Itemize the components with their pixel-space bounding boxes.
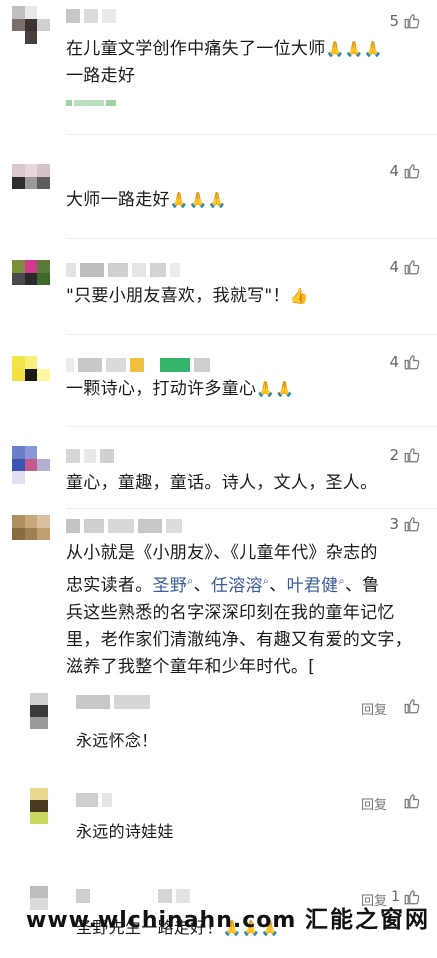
reply-text: 永远的诗娃娃 (76, 822, 174, 841)
thumbs-up-outline-icon (404, 699, 420, 714)
comment-text: 一颗诗心，打动许多童心🙏🙏 (66, 379, 295, 399)
username-blurred[interactable] (66, 357, 210, 373)
reply-button[interactable]: 回复 (361, 699, 387, 718)
like-button[interactable]: 3 (389, 515, 421, 533)
username-blurred[interactable] (76, 792, 112, 808)
comment-text: 大师一路走好🙏🙏🙏 (66, 190, 227, 210)
username-blurred[interactable] (76, 694, 150, 710)
avatar[interactable] (12, 356, 50, 394)
like-count: 3 (389, 515, 399, 533)
like-button[interactable]: 4 (389, 353, 421, 371)
comment-text: "只要小朋友喜欢，我就写"！👍 (66, 286, 309, 306)
divider (66, 508, 437, 509)
username-blurred[interactable] (66, 518, 182, 534)
avatar[interactable] (12, 446, 50, 484)
comment-text: 从小就是《小朋友》、《儿童年代》杂志的 忠实读者。圣野⌕、任溶溶⌕、叶君健⌕、鲁… (66, 543, 412, 677)
like-count: 2 (389, 446, 399, 464)
avatar[interactable] (12, 164, 50, 202)
watermark: www.wlchinahn.com 汇能之窗网 (26, 907, 430, 933)
avatar[interactable] (30, 693, 48, 729)
like-button[interactable] (403, 792, 421, 814)
avatar[interactable] (12, 260, 50, 298)
avatar[interactable] (12, 515, 50, 553)
divider (66, 426, 437, 427)
comment-text: 童心，童趣，童话。诗人，文人，圣人。 (66, 473, 378, 493)
like-count: 4 (389, 353, 399, 371)
like-button[interactable]: 4 (389, 162, 421, 180)
avatar[interactable] (30, 788, 48, 824)
search-icon: ⌕ (262, 574, 270, 587)
thumbs-up-outline-icon (404, 794, 420, 809)
username-blurred[interactable] (66, 8, 116, 24)
reply-button[interactable]: 回复 (361, 794, 387, 813)
mention-link[interactable]: 任溶溶⌕ (211, 574, 270, 596)
search-icon: ⌕ (187, 574, 194, 587)
username-blurred[interactable] (66, 448, 114, 464)
like-count: 4 (389, 258, 399, 276)
thumbs-up-outline-icon (404, 14, 420, 29)
thumbs-up-outline-icon (404, 260, 420, 275)
like-button[interactable]: 5 (389, 12, 421, 30)
thumbs-up-outline-icon (404, 517, 420, 532)
like-button[interactable]: 4 (389, 258, 421, 276)
thumbs-up-outline-icon (404, 164, 420, 179)
mention-link[interactable]: 圣野⌕ (153, 574, 194, 596)
like-count: 4 (389, 162, 399, 180)
thumbs-up-outline-icon (404, 448, 420, 463)
like-button[interactable]: 2 (389, 446, 421, 464)
divider (66, 238, 437, 239)
username-blurred[interactable] (66, 262, 180, 278)
comment-text: 在儿童文学创作中痛失了一位大师🙏🙏🙏 一路走好 (66, 39, 383, 86)
like-count: 5 (389, 12, 399, 30)
divider (66, 134, 437, 135)
mention-link[interactable]: 叶君健⌕ (287, 574, 345, 596)
blurred-meta (66, 100, 126, 108)
thumbs-up-outline-icon (404, 355, 420, 370)
like-button[interactable] (403, 697, 421, 719)
divider (66, 334, 437, 335)
avatar[interactable] (12, 6, 50, 44)
reply-text: 永远怀念！ (76, 731, 158, 750)
